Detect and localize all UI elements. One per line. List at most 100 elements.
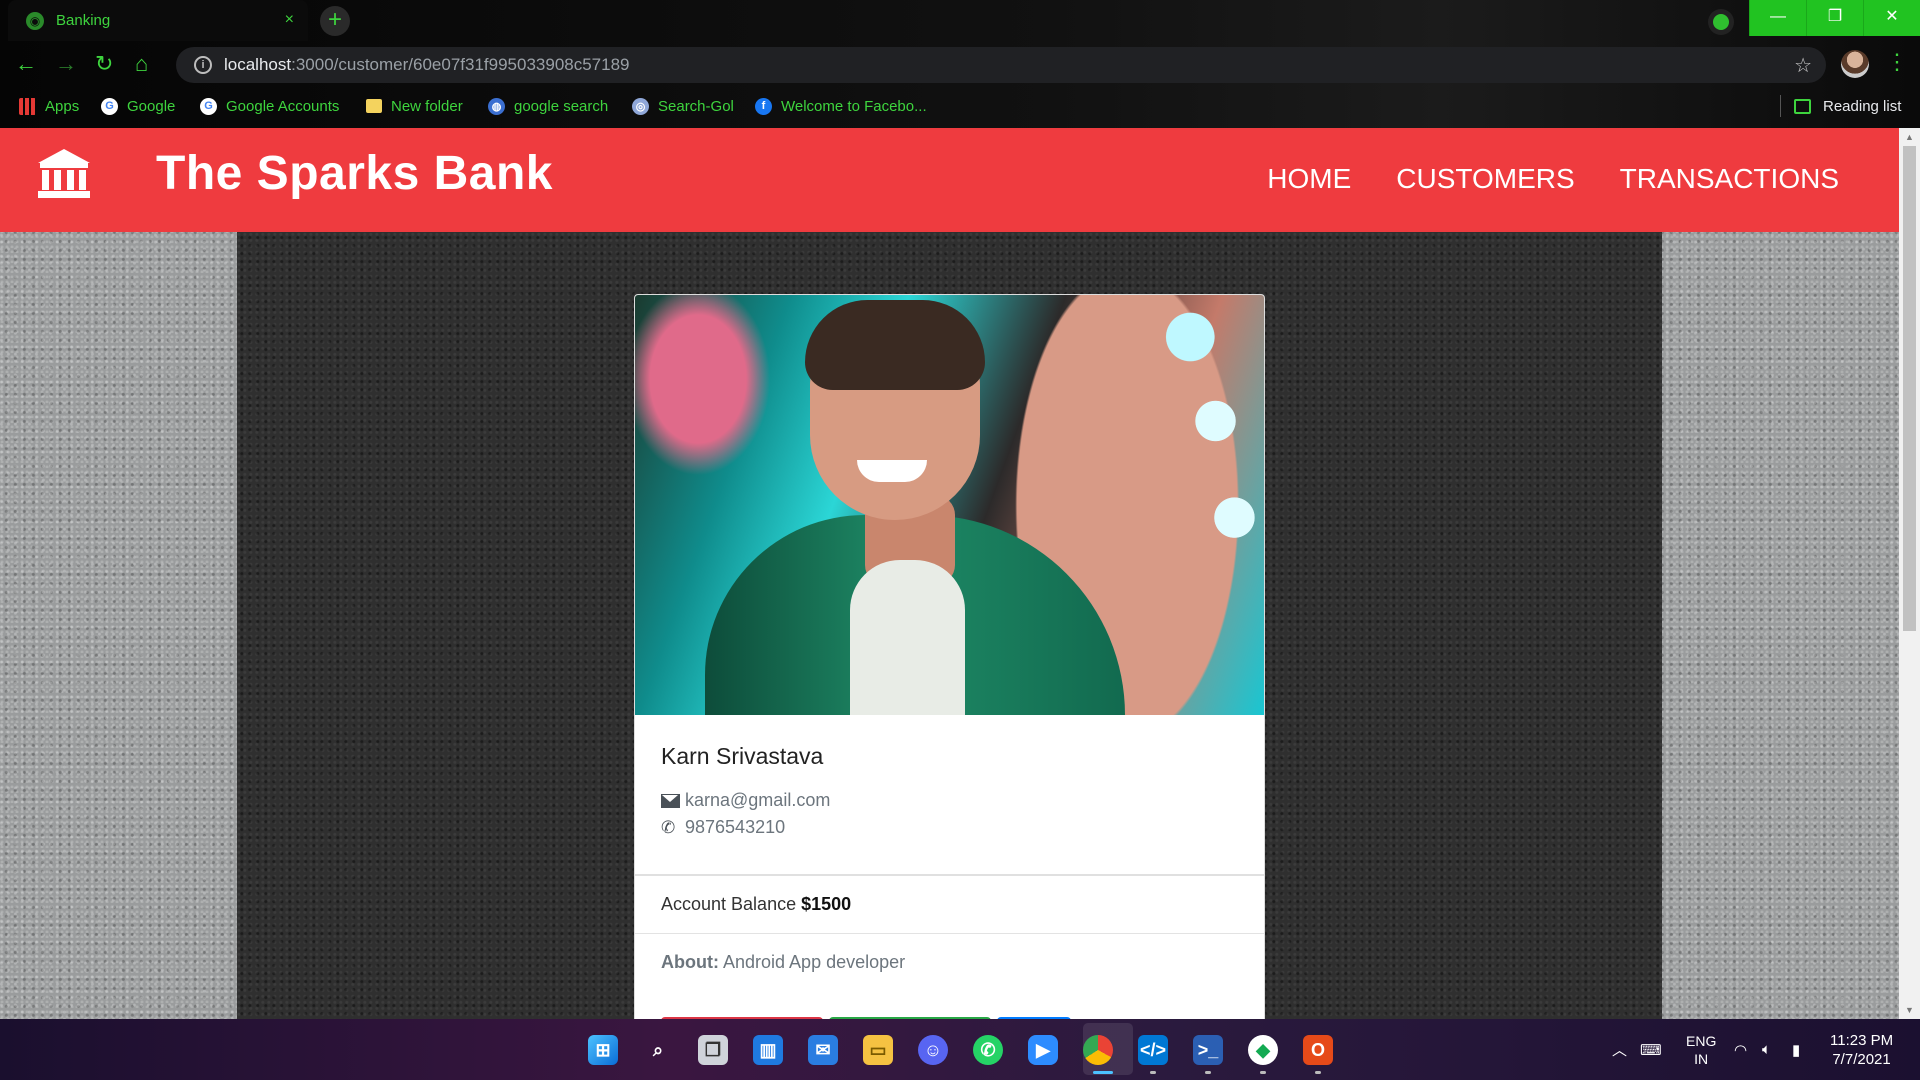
scrollbar-thumb[interactable] xyxy=(1903,146,1916,631)
chrome-icon[interactable] xyxy=(1083,1035,1113,1065)
close-window-button[interactable]: ✕ xyxy=(1863,0,1920,36)
running-indicator xyxy=(1260,1071,1266,1074)
search-icon[interactable]: ⌕ xyxy=(643,1035,673,1065)
reading-list-icon xyxy=(1794,98,1811,114)
google-icon: G xyxy=(101,97,118,115)
restore-button[interactable]: ❐ xyxy=(1806,0,1863,36)
region-code: IN xyxy=(1694,1050,1709,1067)
vscode-icon[interactable]: </> xyxy=(1138,1035,1168,1065)
browser-tab-banking[interactable]: ◉ Banking × xyxy=(8,0,308,41)
folder-icon xyxy=(366,99,382,113)
tab-strip: ◉ Banking × + — ❐ ✕ xyxy=(0,0,1920,41)
apps-grid-icon xyxy=(19,97,36,115)
globe-icon: ◉ xyxy=(26,11,44,30)
windows-taskbar: ⊞ ⌕ ❐ ▥ ✉ ▭ ☺ ✆ ▶ </> >_ ◆ O ︿ ⌨ ENG IN … xyxy=(0,1019,1920,1080)
language-code: ENG xyxy=(1686,1032,1717,1049)
widgets-icon[interactable]: ▥ xyxy=(753,1035,783,1065)
task-view-icon[interactable]: ❐ xyxy=(698,1035,728,1065)
globe-icon: ◍ xyxy=(488,97,505,115)
nav-links: HOME CUSTOMERS TRANSACTIONS xyxy=(1267,163,1839,195)
customer-phone: 9876543210 xyxy=(685,817,786,837)
url-path: :3000/customer/60e07f31f995033908c57189 xyxy=(291,55,630,74)
browser-chrome: ◉ Banking × + — ❐ ✕ ← → ↻ ⌂ i localhost … xyxy=(0,0,1920,128)
phone-line: ✆ 9876543210 xyxy=(661,817,1238,838)
keyboard-icon[interactable]: ⌨ xyxy=(1640,1019,1662,1080)
mail-icon[interactable]: ✉ xyxy=(808,1035,838,1065)
bookmark-label: Welcome to Facebo... xyxy=(781,97,927,115)
email-line: karna@gmail.com xyxy=(661,790,1238,811)
balance-value: $1500 xyxy=(801,894,852,914)
discord-icon[interactable]: ☺ xyxy=(918,1035,948,1065)
card-body: Karn Srivastava karna@gmail.com ✆ 987654… xyxy=(635,715,1264,856)
site-navbar: The Sparks Bank HOME CUSTOMERS TRANSACTI… xyxy=(0,128,1899,232)
running-indicator xyxy=(1205,1071,1211,1074)
bookmark-google[interactable]: G Google xyxy=(101,93,175,119)
bookmark-label: Google Accounts xyxy=(226,97,340,115)
reload-icon[interactable]: ↻ xyxy=(95,51,113,77)
whatsapp-icon[interactable]: ✆ xyxy=(973,1035,1003,1065)
google-icon: G xyxy=(200,97,217,115)
browser-toolbar: ← → ↻ ⌂ i localhost :3000/customer/60e07… xyxy=(0,47,1920,83)
phone-icon: ✆ xyxy=(661,817,676,837)
extension-icon[interactable] xyxy=(1708,9,1734,35)
bookmark-google-accounts[interactable]: G Google Accounts xyxy=(200,93,339,119)
bookmark-label: Google xyxy=(127,97,176,115)
window-controls: — ❐ ✕ xyxy=(1749,0,1920,36)
powershell-icon[interactable]: >_ xyxy=(1193,1035,1223,1065)
language-indicator[interactable]: ENG IN xyxy=(1686,1019,1716,1080)
bank-icon xyxy=(38,148,90,199)
volume-icon[interactable]: 🔈︎ xyxy=(1762,1019,1771,1080)
clock-time: 11:23 PM xyxy=(1830,1032,1894,1049)
page-scrollbar[interactable]: ▲ ▼ xyxy=(1899,128,1920,1019)
battery-icon[interactable]: ▮ xyxy=(1792,1019,1800,1080)
bookmark-apps[interactable]: Apps xyxy=(19,93,79,119)
bookmark-new-folder[interactable]: New folder xyxy=(366,93,463,119)
file-explorer-icon[interactable]: ▭ xyxy=(863,1035,893,1065)
scroll-down-icon[interactable]: ▼ xyxy=(1905,1005,1914,1015)
home-icon[interactable]: ⌂ xyxy=(135,51,148,77)
clock-date: 7/7/2021 xyxy=(1832,1051,1891,1068)
bookmark-label: Apps xyxy=(45,97,80,115)
about-label: About: xyxy=(661,952,719,972)
running-indicator xyxy=(1093,1071,1113,1074)
running-indicator xyxy=(1315,1071,1321,1074)
site-info-icon[interactable]: i xyxy=(194,56,212,74)
nav-customers-link[interactable]: CUSTOMERS xyxy=(1396,163,1574,195)
nav-home-link[interactable]: HOME xyxy=(1267,163,1351,195)
running-indicator xyxy=(1150,1071,1156,1074)
start-icon[interactable]: ⊞ xyxy=(588,1035,618,1065)
bookmark-facebook[interactable]: f Welcome to Facebo... xyxy=(755,93,927,119)
close-tab-icon[interactable]: × xyxy=(285,11,294,29)
bookmark-google-search[interactable]: ◍ google search xyxy=(488,93,608,119)
new-tab-button[interactable]: + xyxy=(320,6,350,36)
nav-transactions-link[interactable]: TRANSACTIONS xyxy=(1620,163,1839,195)
bookmark-star-icon[interactable]: ☆ xyxy=(1794,53,1812,78)
wifi-icon[interactable]: ◠ xyxy=(1734,1019,1747,1080)
envelope-icon xyxy=(661,793,680,808)
address-bar[interactable]: i localhost :3000/customer/60e07f31f9950… xyxy=(176,47,1826,83)
mongodb-compass-icon[interactable]: ◆ xyxy=(1248,1035,1278,1065)
show-hidden-icons[interactable]: ︿ xyxy=(1612,1019,1627,1080)
brand-name: The Sparks Bank xyxy=(156,147,553,200)
url-host: localhost xyxy=(224,55,292,74)
forward-arrow-icon[interactable]: → xyxy=(55,51,77,77)
chrome-menu-icon[interactable]: ⋮ xyxy=(1886,49,1908,75)
system-clock[interactable]: 11:23 PM 7/7/2021 xyxy=(1830,1031,1893,1069)
back-arrow-icon[interactable]: ← xyxy=(15,51,37,77)
bookmark-label: New folder xyxy=(391,97,463,115)
office-icon[interactable]: O xyxy=(1303,1035,1333,1065)
zoom-icon[interactable]: ▶ xyxy=(1028,1035,1058,1065)
brand[interactable]: The Sparks Bank xyxy=(38,146,553,201)
bookmarks-bar: Apps G Google G Google Accounts New fold… xyxy=(0,93,1920,119)
about-row: About: Android App developer xyxy=(635,933,1264,991)
about-value: Android App developer xyxy=(723,952,906,972)
facebook-icon: f xyxy=(755,97,772,115)
customer-card: Karn Srivastava karna@gmail.com ✆ 987654… xyxy=(634,294,1265,1034)
profile-avatar[interactable] xyxy=(1841,50,1869,78)
bookmark-search-gol[interactable]: ◎ Search-Gol xyxy=(632,93,734,119)
minimize-button[interactable]: — xyxy=(1749,0,1806,36)
reading-list-button[interactable]: Reading list xyxy=(1794,93,1901,119)
customer-email: karna@gmail.com xyxy=(685,790,831,810)
scroll-up-icon[interactable]: ▲ xyxy=(1905,132,1914,142)
balance-label: Account Balance xyxy=(661,894,797,914)
